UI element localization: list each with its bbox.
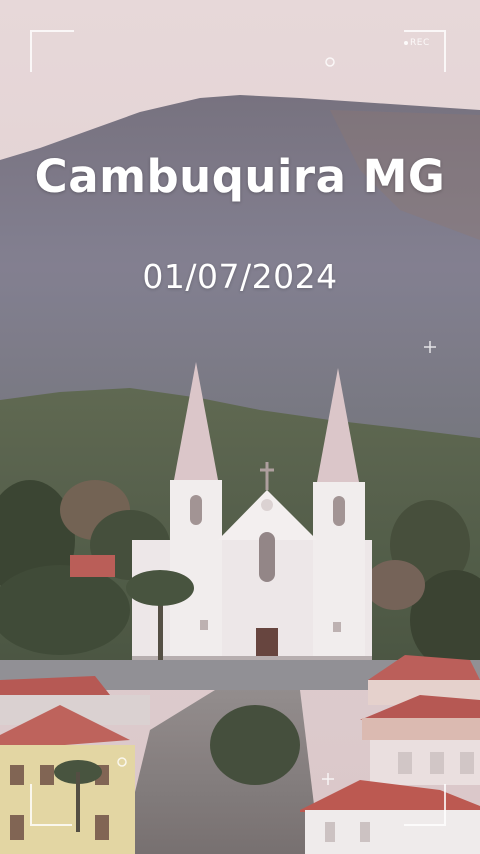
location-title: Cambuquira MG <box>34 150 446 203</box>
cityscape-photo <box>0 0 480 854</box>
rec-dot-icon <box>404 40 408 45</box>
video-story-frame: REC Cambuquira MG 01/07/2024 <box>0 0 480 854</box>
rec-label: REC <box>410 38 430 48</box>
rec-indicator: REC <box>404 38 430 48</box>
date-text: 01/07/2024 <box>142 257 338 296</box>
